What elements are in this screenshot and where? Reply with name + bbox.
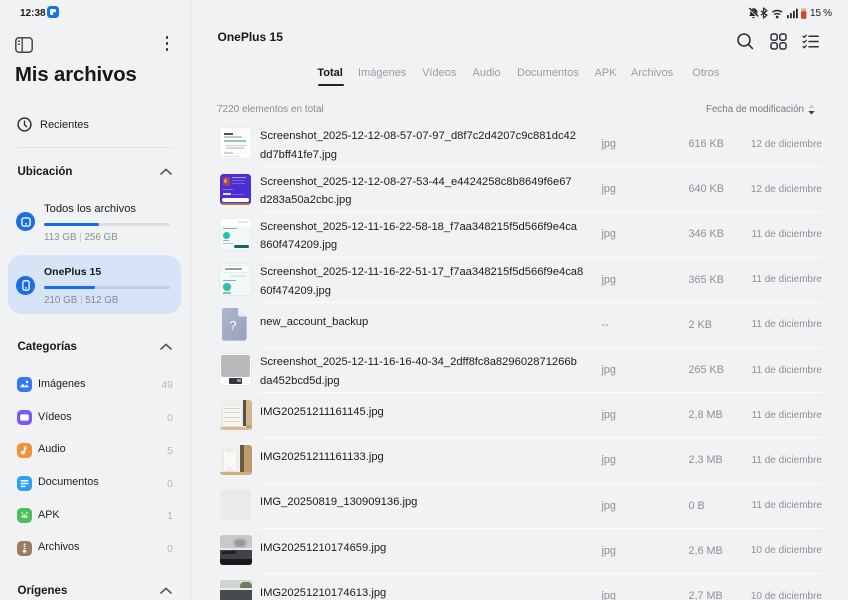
svg-text:?: ?	[229, 318, 236, 333]
